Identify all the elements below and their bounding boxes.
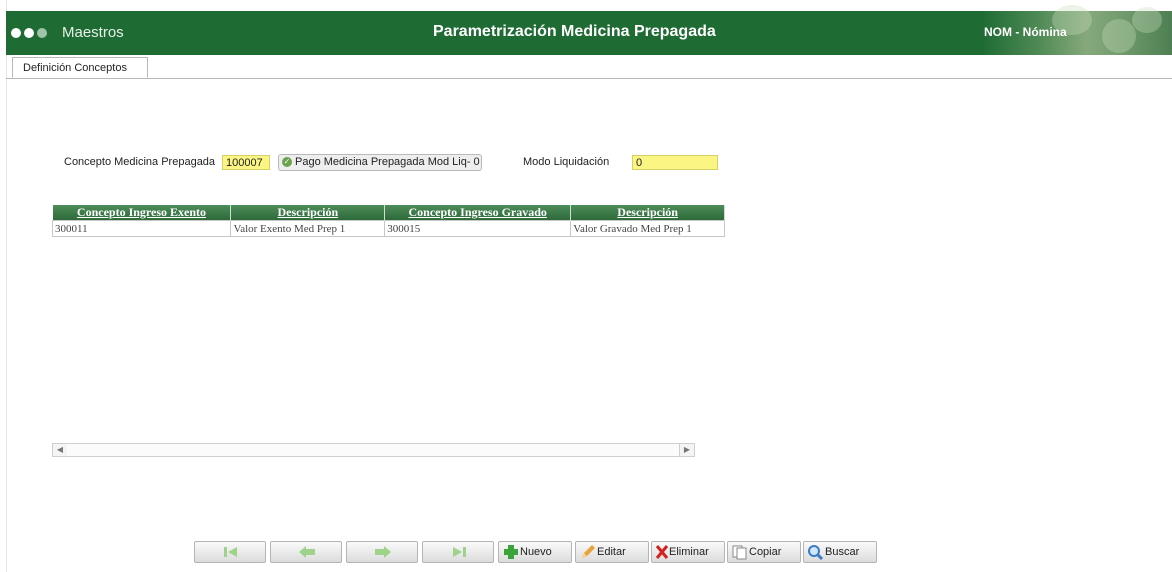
search-button-label: Buscar — [825, 546, 860, 558]
column-header[interactable]: Concepto Ingreso Exento — [52, 205, 232, 221]
new-button-label: Nuevo — [520, 546, 552, 558]
plus-icon — [504, 545, 518, 560]
copy-button[interactable]: Copiar — [727, 541, 801, 563]
window-dots — [11, 28, 47, 38]
page-title: Parametrización Medicina Prepagada — [433, 23, 716, 40]
concept-description: ✓ Pago Medicina Prepagada Mod Liq- 0 — [278, 154, 482, 171]
table-cell[interactable]: 300015 — [384, 220, 572, 237]
table-cell[interactable]: Valor Exento Med Prep 1 — [230, 220, 386, 237]
horizontal-scrollbar[interactable]: ◀ ▶ — [52, 443, 695, 457]
table-cell[interactable]: Valor Gravado Med Prep 1 — [570, 220, 725, 237]
column-header[interactable]: Descripción — [230, 205, 386, 221]
search-button[interactable]: Buscar — [803, 541, 877, 563]
module-label: NOM - Nómina — [984, 25, 1067, 39]
concepts-table: Concepto Ingreso Exento Descripción Conc… — [51, 205, 725, 237]
table-cell[interactable]: 300011 — [51, 220, 232, 237]
first-button[interactable] — [194, 541, 266, 563]
column-header[interactable]: Descripción — [570, 205, 725, 221]
prev-button[interactable] — [270, 541, 342, 563]
copy-icon — [732, 545, 747, 560]
tab-definicion-conceptos[interactable]: Definición Conceptos — [12, 57, 148, 78]
table-row[interactable]: 300011 Valor Exento Med Prep 1 300015 Va… — [51, 220, 725, 237]
pencil-icon — [582, 545, 595, 559]
dot-icon — [24, 28, 34, 38]
header-bar: Maestros Parametrización Medicina Prepag… — [6, 5, 1172, 55]
scroll-right-icon[interactable]: ▶ — [680, 444, 694, 456]
delete-button[interactable]: Eliminar — [651, 541, 725, 563]
delete-x-icon — [655, 545, 669, 560]
concept-code-field[interactable]: 100007 — [222, 155, 270, 170]
last-button[interactable] — [422, 541, 494, 563]
check-icon: ✓ — [282, 157, 292, 167]
delete-button-label: Eliminar — [669, 546, 709, 558]
edit-button-label: Editar — [597, 546, 626, 558]
mode-field[interactable]: 0 — [632, 155, 718, 170]
search-icon — [808, 545, 824, 561]
dot-icon — [37, 28, 47, 38]
concept-label: Concepto Medicina Prepagada — [64, 156, 216, 168]
new-button[interactable]: Nuevo — [498, 541, 572, 563]
copy-button-label: Copiar — [749, 546, 782, 558]
next-button[interactable] — [346, 541, 418, 563]
prev-icon — [299, 546, 315, 558]
left-border — [0, 0, 7, 572]
tab-strip-line — [6, 78, 1172, 79]
banner-image: NOM - Nómina — [982, 5, 1172, 55]
scroll-left-icon[interactable]: ◀ — [53, 444, 67, 456]
next-icon — [375, 546, 391, 558]
column-header[interactable]: Concepto Ingreso Gravado — [384, 205, 572, 221]
dot-icon — [11, 28, 21, 38]
last-icon — [453, 547, 466, 557]
edit-button[interactable]: Editar — [575, 541, 649, 563]
scroll-thumb[interactable] — [67, 444, 680, 456]
menu-title[interactable]: Maestros — [62, 24, 124, 41]
concept-description-text: Pago Medicina Prepagada Mod Liq- 0 — [295, 156, 480, 168]
mode-label: Modo Liquidación — [523, 156, 610, 168]
first-icon — [224, 547, 237, 557]
